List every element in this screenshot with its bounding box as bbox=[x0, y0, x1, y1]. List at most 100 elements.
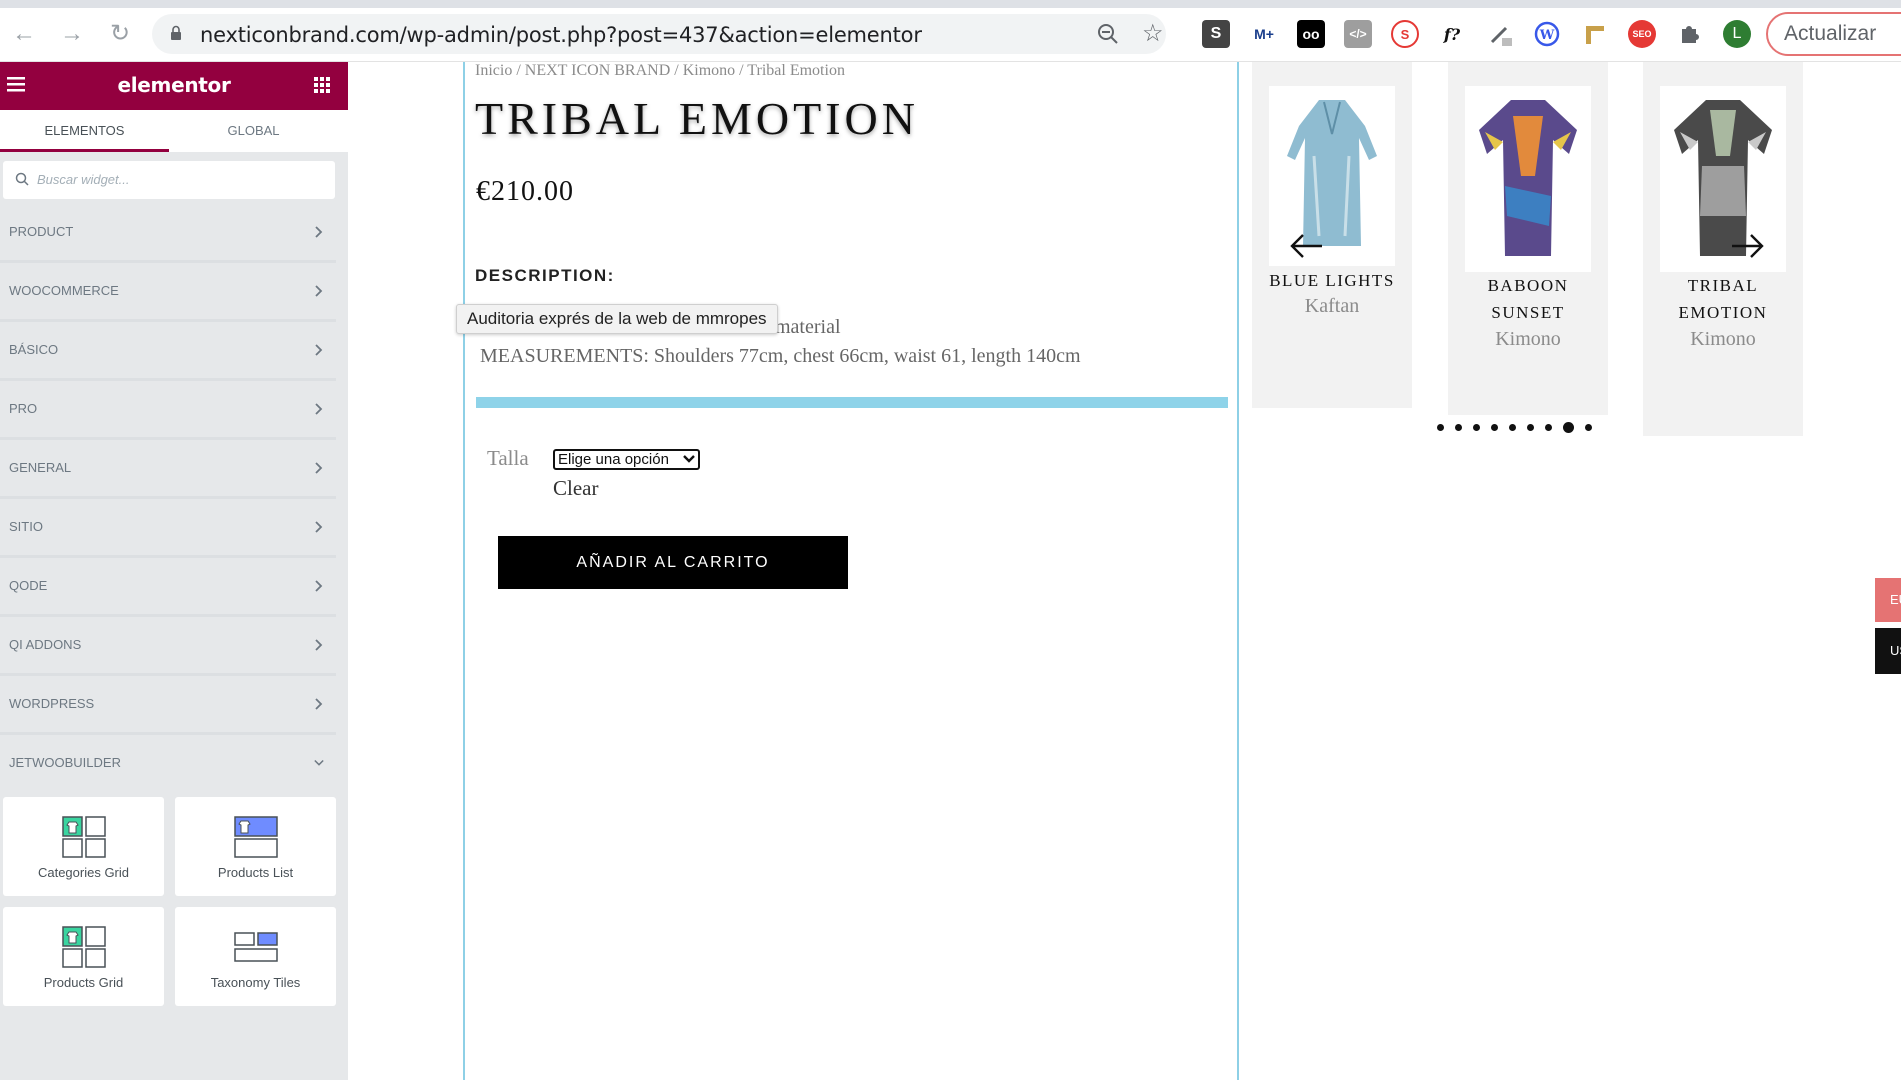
profile-avatar[interactable]: L bbox=[1723, 20, 1751, 48]
products-list-icon bbox=[234, 816, 278, 858]
ext-s-icon[interactable]: S bbox=[1202, 20, 1230, 48]
currency-tab-eu[interactable]: EU bbox=[1875, 578, 1901, 622]
category-label: WOOCOMMERCE bbox=[9, 283, 119, 298]
panel-header: elementor bbox=[0, 62, 348, 110]
widget-label: Products Grid bbox=[43, 975, 124, 990]
update-browser-button[interactable]: Actualizar bbox=[1766, 12, 1901, 56]
currency-tab-us[interactable]: US bbox=[1875, 628, 1901, 674]
slider-dot[interactable] bbox=[1491, 423, 1498, 431]
kimono-image bbox=[1674, 100, 1772, 256]
reload-icon[interactable]: ↻ bbox=[106, 20, 134, 48]
slider-dot[interactable] bbox=[1473, 423, 1480, 431]
category-woocommerce[interactable]: WOOCOMMERCE bbox=[0, 263, 336, 322]
ext-eyedropper-icon[interactable] bbox=[1486, 20, 1514, 48]
ext-wordpress-icon[interactable]: W bbox=[1533, 20, 1561, 48]
card-title-line-2: SUNSET bbox=[1491, 303, 1565, 322]
clear-link[interactable]: Clear bbox=[553, 476, 598, 501]
lock-icon bbox=[171, 25, 181, 40]
slider-dot[interactable] bbox=[1455, 423, 1462, 431]
category-wordpress[interactable]: WORDPRESS bbox=[0, 676, 336, 735]
search-icon bbox=[15, 172, 29, 186]
kaftan-image bbox=[1287, 100, 1377, 246]
breadcrumb[interactable]: Inicio / NEXT ICON BRAND / Kimono / Trib… bbox=[475, 62, 845, 80]
products-grid-icon bbox=[62, 926, 106, 968]
product-image[interactable] bbox=[1660, 86, 1786, 272]
description-line-2: MEASUREMENTS: Shoulders 77cm, chest 66cm… bbox=[480, 345, 1081, 367]
widgets-grid-icon[interactable] bbox=[314, 77, 330, 93]
ext-moz-icon[interactable]: M+ bbox=[1250, 20, 1278, 48]
category-pro[interactable]: PRO bbox=[0, 381, 336, 440]
size-select-value: Elige una opción bbox=[558, 451, 669, 468]
search-placeholder: Buscar widget... bbox=[37, 172, 130, 187]
category-general[interactable]: GENERAL bbox=[0, 440, 336, 499]
slider-dot[interactable] bbox=[1585, 423, 1592, 431]
category-sitio[interactable]: SITIO bbox=[0, 499, 336, 558]
category-qode[interactable]: QODE bbox=[0, 558, 336, 617]
widget-categories-grid[interactable]: Categories Grid bbox=[3, 797, 164, 896]
svg-text:W: W bbox=[1539, 28, 1555, 43]
card-title-line-2: EMOTION bbox=[1678, 303, 1768, 322]
back-icon[interactable]: ← bbox=[10, 20, 38, 48]
slider-next-arrow-icon[interactable] bbox=[1731, 233, 1765, 259]
slider-dot[interactable] bbox=[1545, 423, 1552, 431]
card-title-line-1: TRIBAL bbox=[1687, 276, 1759, 295]
ext-code-icon[interactable]: </> bbox=[1344, 20, 1372, 48]
slider-dot[interactable] bbox=[1437, 423, 1444, 431]
ext-infinity-icon[interactable]: oo bbox=[1297, 20, 1325, 48]
bookmark-star-icon[interactable]: ☆ bbox=[1142, 19, 1164, 48]
column-border-right bbox=[1237, 62, 1239, 1080]
elementor-panel: elementor ELEMENTOS GLOBAL Buscar widget… bbox=[0, 62, 348, 1080]
ext-ruler-icon[interactable] bbox=[1581, 20, 1609, 48]
forward-icon[interactable]: → bbox=[58, 20, 86, 48]
category-label: WORDPRESS bbox=[9, 696, 95, 711]
product-price: €210.00 bbox=[476, 176, 574, 207]
slider-dot[interactable] bbox=[1563, 421, 1574, 433]
widget-label: Categories Grid bbox=[37, 865, 130, 880]
size-select[interactable]: Elige una opción bbox=[553, 449, 700, 470]
slider-dot[interactable] bbox=[1527, 423, 1534, 431]
chevron-right-icon bbox=[315, 403, 323, 415]
card-title-line-1: BABOON bbox=[1487, 276, 1569, 295]
widget-label: Products List bbox=[217, 865, 294, 880]
widget-search-input[interactable]: Buscar widget... bbox=[3, 161, 335, 199]
tab-elementos[interactable]: ELEMENTOS bbox=[0, 110, 169, 152]
slider-pagination bbox=[1437, 420, 1592, 434]
category-label: BÁSICO bbox=[9, 342, 59, 357]
related-card-baboon-sunset[interactable]: BABOON SUNSET Kimono bbox=[1448, 62, 1608, 415]
category-label: QI ADDONS bbox=[9, 637, 82, 652]
related-card-blue-lights[interactable]: BLUE LIGHTS Kaftan bbox=[1252, 62, 1412, 408]
category-qi-addons[interactable]: QI ADDONS bbox=[0, 617, 336, 676]
column-border-left bbox=[463, 62, 465, 1080]
chevron-right-icon bbox=[315, 639, 323, 651]
extensions-puzzle-icon[interactable] bbox=[1675, 20, 1703, 48]
widget-products-grid[interactable]: Products Grid bbox=[3, 907, 164, 1006]
ext-seo-icon[interactable]: SEO bbox=[1628, 20, 1656, 48]
chevron-down-icon bbox=[683, 455, 695, 463]
category-jetwoobuilder[interactable]: JETWOOBUILDER bbox=[0, 735, 336, 794]
widget-taxonomy-tiles[interactable]: Taxonomy Tiles bbox=[175, 907, 336, 1006]
address-bar[interactable]: nexticonbrand.com/wp-admin/post.php?post… bbox=[152, 14, 1166, 54]
slider-dot[interactable] bbox=[1509, 423, 1516, 431]
category-product[interactable]: PRODUCT bbox=[0, 204, 336, 263]
product-image[interactable] bbox=[1269, 86, 1395, 266]
ext-red-circle-icon[interactable]: S bbox=[1391, 20, 1419, 48]
slider-prev-arrow-icon[interactable] bbox=[1289, 233, 1323, 259]
ext-font-icon[interactable]: f? bbox=[1438, 20, 1466, 48]
card-category: Kimono bbox=[1690, 328, 1756, 350]
tab-strip bbox=[0, 0, 1901, 8]
related-card-tribal-emotion[interactable]: TRIBAL EMOTION Kimono bbox=[1643, 62, 1803, 436]
widget-label: Taxonomy Tiles bbox=[210, 975, 301, 990]
category-basico[interactable]: BÁSICO bbox=[0, 322, 336, 381]
chevron-right-icon bbox=[315, 462, 323, 474]
widget-products-list[interactable]: Products List bbox=[175, 797, 336, 896]
category-label: JETWOOBUILDER bbox=[9, 755, 121, 770]
taxonomy-tiles-icon bbox=[234, 932, 278, 962]
category-label: PRO bbox=[9, 401, 38, 416]
zoom-out-icon[interactable] bbox=[1096, 22, 1120, 46]
tab-global[interactable]: GLOBAL bbox=[169, 110, 338, 152]
elementor-logo: elementor bbox=[117, 73, 231, 97]
add-to-cart-button[interactable]: AÑADIR AL CARRITO bbox=[498, 536, 848, 589]
product-image[interactable] bbox=[1465, 86, 1591, 272]
card-category: Kaftan bbox=[1304, 295, 1360, 317]
divider-bar bbox=[476, 397, 1228, 408]
